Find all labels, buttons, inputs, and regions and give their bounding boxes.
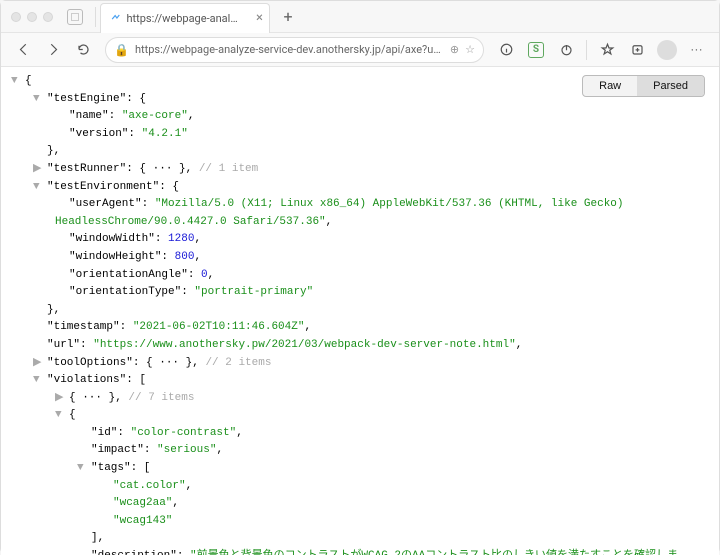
json-line[interactable]: ▶{ ··· }, // 7 items	[11, 390, 709, 408]
address-url: https://webpage-analyze-service-dev.anot…	[135, 43, 444, 56]
disclosure-triangle-icon[interactable]: ▼	[33, 372, 43, 390]
browser-toolbar: 🔒 https://webpage-analyze-service-dev.an…	[1, 33, 719, 67]
back-button[interactable]	[9, 36, 37, 64]
disclosure-triangle-icon[interactable]: ▼	[55, 407, 65, 425]
disclosure-triangle-icon[interactable]: ▼	[11, 73, 21, 91]
new-tab-button[interactable]: +	[276, 5, 300, 29]
disclosure-triangle-icon[interactable]: ▼	[77, 460, 87, 478]
parsed-button[interactable]: Parsed	[637, 76, 704, 96]
address-bar[interactable]: 🔒 https://webpage-analyze-service-dev.an…	[105, 37, 484, 63]
json-line[interactable]: ▶"toolOptions": { ··· }, // 2 items	[11, 355, 709, 373]
favorites-icon[interactable]	[593, 36, 621, 64]
json-line[interactable]: "orientationAngle": 0,	[11, 267, 709, 285]
browser-tab[interactable]: https://webpage-analyze-ser… ×	[100, 3, 270, 33]
info-icon[interactable]	[492, 36, 520, 64]
minimize-window-icon[interactable]	[27, 12, 37, 22]
json-line[interactable]: ▼"tags": [	[11, 460, 709, 478]
collections-icon[interactable]	[623, 36, 651, 64]
zoom-window-icon[interactable]	[43, 12, 53, 22]
tab-favicon-icon	[111, 12, 120, 24]
json-line[interactable]: ▼"violations": [	[11, 372, 709, 390]
traffic-lights	[11, 12, 53, 22]
json-line[interactable]: "id": "color-contrast",	[11, 425, 709, 443]
disclosure-triangle-icon[interactable]: ▶	[33, 355, 43, 373]
json-line[interactable]: "windowWidth": 1280,	[11, 231, 709, 249]
json-line[interactable]: "timestamp": "2021-06-02T10:11:46.604Z",	[11, 319, 709, 337]
json-line[interactable]: ▼"testEnvironment": {	[11, 179, 709, 197]
json-line[interactable]: "cat.color",	[11, 478, 709, 496]
json-line[interactable]: },	[11, 302, 709, 320]
profile-avatar[interactable]	[653, 36, 681, 64]
raw-button[interactable]: Raw	[583, 76, 637, 96]
disclosure-triangle-icon[interactable]: ▼	[33, 91, 43, 109]
disclosure-triangle-icon[interactable]: ▶	[55, 390, 65, 408]
reader-mode-icon[interactable]: ⊕	[450, 43, 459, 56]
json-line[interactable]: "orientationType": "portrait-primary"	[11, 284, 709, 302]
shield-badge-icon[interactable]: S	[522, 36, 550, 64]
json-line[interactable]: ▶"testRunner": { ··· }, // 1 item	[11, 161, 709, 179]
json-line[interactable]: "wcag143"	[11, 513, 709, 531]
sidebar-toggle-icon[interactable]	[67, 9, 83, 25]
view-mode-toggle: Raw Parsed	[582, 75, 705, 97]
lock-icon: 🔒	[114, 43, 129, 57]
close-window-icon[interactable]	[11, 12, 21, 22]
json-line[interactable]: "name": "axe-core",	[11, 108, 709, 126]
json-line[interactable]: },	[11, 143, 709, 161]
power-icon[interactable]	[552, 36, 580, 64]
json-line[interactable]: ▼{	[11, 407, 709, 425]
forward-button[interactable]	[39, 36, 67, 64]
reload-button[interactable]	[69, 36, 97, 64]
disclosure-triangle-icon[interactable]: ▶	[33, 161, 43, 179]
divider	[95, 7, 96, 27]
favorite-icon[interactable]: ☆	[465, 43, 475, 56]
disclosure-triangle-icon[interactable]: ▼	[33, 179, 43, 197]
json-viewer: Raw Parsed ▼{ ▼"testEngine": { "name": "…	[1, 67, 719, 555]
json-line[interactable]: "version": "4.2.1"	[11, 126, 709, 144]
tab-close-icon[interactable]: ×	[256, 12, 263, 25]
json-line[interactable]: "wcag2aa",	[11, 495, 709, 513]
tab-title: https://webpage-analyze-ser…	[126, 12, 241, 25]
divider	[586, 40, 587, 60]
json-line[interactable]: ],	[11, 530, 709, 548]
json-line[interactable]: "url": "https://www.anothersky.pw/2021/0…	[11, 337, 709, 355]
json-line[interactable]: "windowHeight": 800,	[11, 249, 709, 267]
more-menu-icon[interactable]: ···	[683, 36, 711, 64]
window-titlebar: https://webpage-analyze-ser… × +	[1, 1, 719, 33]
json-line[interactable]: "impact": "serious",	[11, 442, 709, 460]
json-line[interactable]: "userAgent": "Mozilla/5.0 (X11; Linux x8…	[11, 196, 709, 231]
